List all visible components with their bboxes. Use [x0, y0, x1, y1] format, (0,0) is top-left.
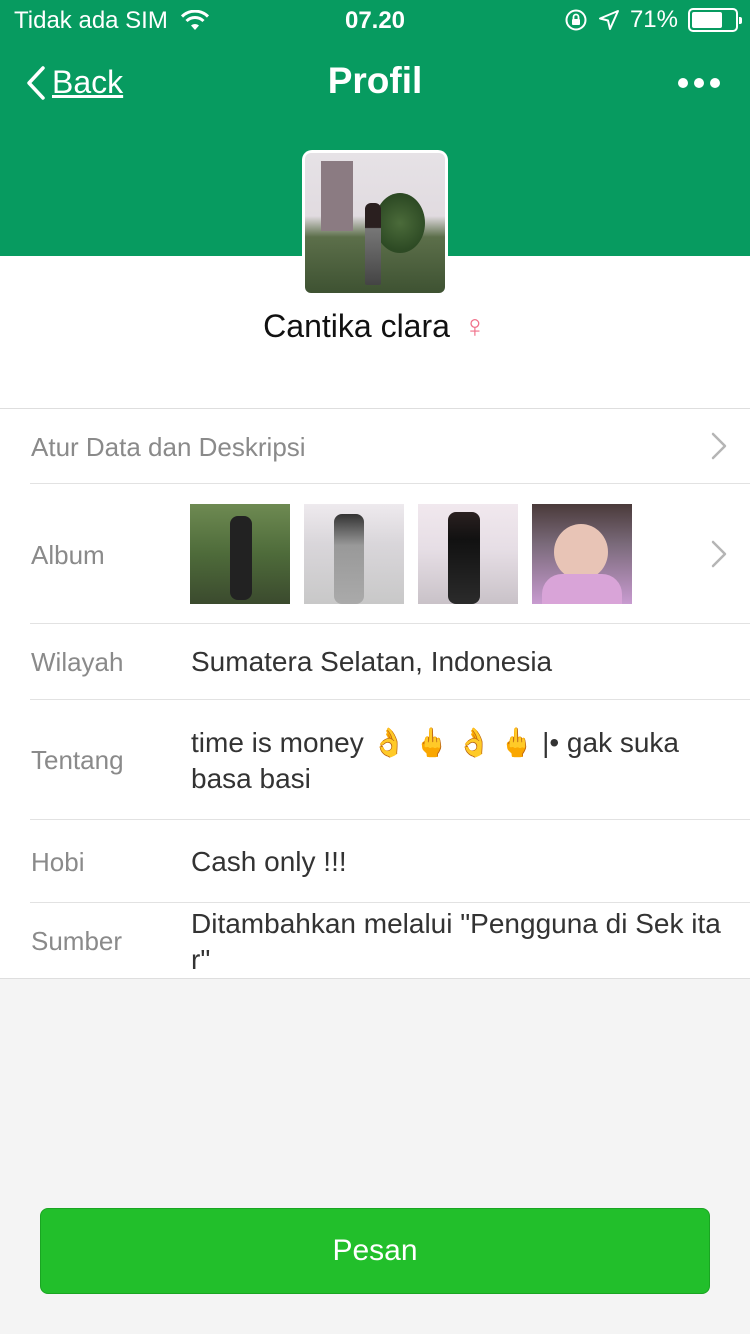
profile-name: Cantika clara: [263, 308, 450, 344]
settings-label: Atur Data dan Deskripsi: [31, 432, 306, 462]
more-dot-icon: [694, 78, 704, 88]
album-label: Album: [31, 540, 105, 570]
more-dot-icon: [710, 78, 720, 88]
album-photo[interactable]: [532, 504, 632, 604]
source-value: Ditambahkan melalui "Pengguna di Sek ita…: [191, 908, 721, 975]
source-label: Sumber: [31, 926, 123, 956]
avatar[interactable]: [302, 150, 448, 296]
album-photo[interactable]: [304, 504, 404, 604]
navigation-bar: Back Profil: [0, 56, 750, 112]
message-button[interactable]: Pesan: [40, 1208, 710, 1294]
location-arrow-icon: [598, 10, 619, 30]
divider: [30, 623, 750, 624]
region-label: Wilayah: [31, 647, 124, 677]
chevron-right-icon: [711, 540, 727, 568]
more-options-button[interactable]: [672, 78, 720, 88]
avatar-photo: [305, 153, 445, 293]
battery-percent: 71%: [629, 6, 678, 33]
divider: [30, 902, 750, 903]
album-photo[interactable]: [190, 504, 290, 604]
hobby-value: Cash only !!!: [191, 846, 347, 877]
battery-icon: [688, 8, 742, 32]
divider: [30, 699, 750, 700]
about-label: Tentang: [31, 745, 124, 775]
rotation-lock-icon: [565, 9, 587, 31]
divider: [30, 819, 750, 820]
page-title: Profil: [327, 60, 423, 101]
chevron-right-icon: [711, 432, 727, 460]
female-gender-icon: ♀: [462, 308, 487, 344]
more-dot-icon: [678, 78, 688, 88]
settings-row[interactable]: Atur Data dan Deskripsi: [0, 409, 750, 483]
region-value: Sumatera Selatan, Indonesia: [191, 646, 553, 677]
status-bar: Tidak ada SIM 07.20 71%: [0, 0, 750, 40]
about-value: time is money 👌 🖕 👌 🖕 |• gak suka basa b…: [191, 727, 679, 794]
battery-level: [692, 12, 722, 28]
hobby-label: Hobi: [31, 847, 85, 877]
profile-name-row: Cantika clara ♀: [0, 308, 750, 345]
status-bar-right: 71%: [554, 6, 742, 34]
album-photo[interactable]: [418, 504, 518, 604]
divider: [0, 978, 750, 979]
